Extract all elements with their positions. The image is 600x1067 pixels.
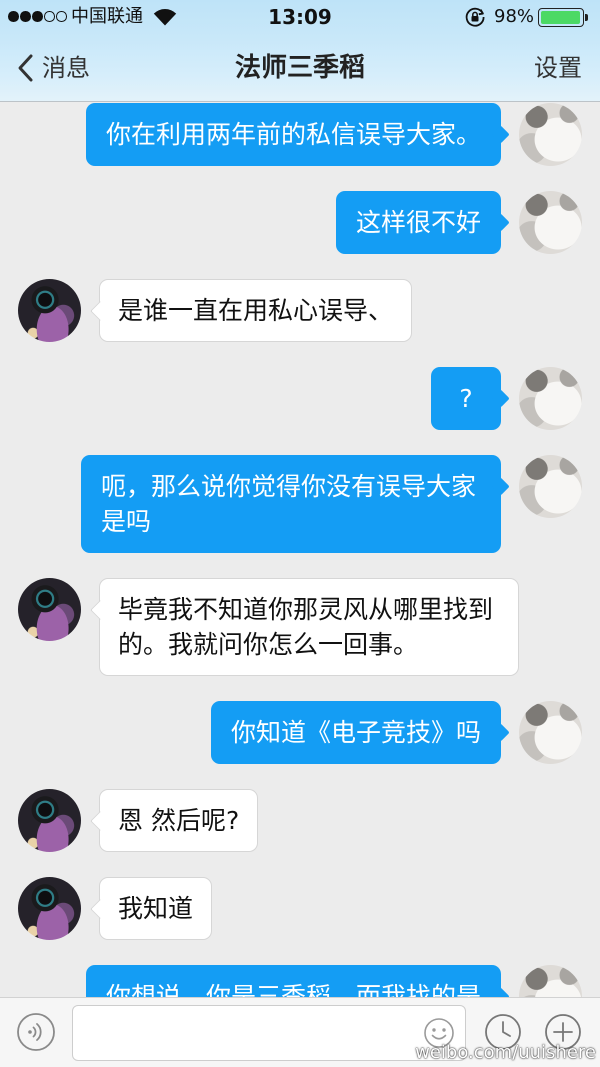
outgoing-message-bubble[interactable]: ?: [431, 367, 501, 430]
contact-avatar[interactable]: [18, 877, 81, 940]
message-row-outgoing: 你想说，你是三季稻，而我找的是: [0, 965, 600, 997]
settings-button[interactable]: 设置: [534, 50, 582, 86]
my-avatar[interactable]: [519, 455, 582, 518]
rotation-lock-icon: [464, 6, 486, 28]
incoming-message-bubble[interactable]: 我知道: [99, 877, 213, 940]
outgoing-message-bubble[interactable]: 你知道《电子竞技》吗: [210, 701, 501, 764]
signal-dot: [44, 11, 55, 22]
my-avatar[interactable]: [519, 103, 582, 166]
battery-icon: [538, 8, 588, 27]
top-bar: 中国联通 13:09 98% 消息 法师三季稻 设置: [0, 0, 600, 102]
outgoing-message-bubble[interactable]: 你在利用两年前的私信误导大家。: [85, 103, 501, 166]
message-list[interactable]: 你在利用两年前的私信误导大家。 这样很不好 是谁一直在用私心误导、 ? 呃，那么…: [0, 102, 600, 997]
contact-avatar[interactable]: [18, 578, 81, 641]
my-avatar[interactable]: [519, 367, 582, 430]
battery-fill: [541, 11, 581, 24]
signal-dot: [56, 11, 67, 22]
outgoing-message-bubble[interactable]: 呃，那么说你觉得你没有误导大家是吗: [81, 455, 501, 553]
message-input-field[interactable]: [72, 1005, 466, 1061]
outgoing-message-bubble[interactable]: 这样很不好: [335, 191, 501, 254]
message-input[interactable]: [73, 1006, 423, 1060]
signal-dot: [32, 11, 43, 22]
message-row-incoming: 是谁一直在用私心误导、: [0, 279, 600, 342]
navigation-bar: 消息 法师三季稻 设置: [0, 34, 600, 102]
voice-icon[interactable]: [16, 1012, 56, 1052]
back-button[interactable]: 消息: [16, 50, 90, 86]
watermark: weibo.com/uuishere: [415, 1042, 596, 1063]
battery-body: [538, 8, 584, 27]
message-row-incoming: 毕竟我不知道你那灵风从哪里找到的。我就问你怎么一回事。: [0, 578, 600, 676]
message-row-outgoing: 你在利用两年前的私信误导大家。: [0, 103, 600, 166]
message-row-outgoing: 呃，那么说你觉得你没有误导大家是吗: [0, 455, 600, 553]
message-row-incoming: 我知道: [0, 877, 600, 940]
conversation-title: 法师三季稻: [234, 53, 365, 83]
signal-strength-indicator: [8, 11, 67, 22]
my-avatar[interactable]: [519, 701, 582, 764]
battery-percent: 98%: [494, 6, 535, 27]
incoming-message-bubble[interactable]: 毕竟我不知道你那灵风从哪里找到的。我就问你怎么一回事。: [99, 578, 519, 676]
incoming-message-bubble[interactable]: 恩 然后呢?: [99, 789, 259, 852]
carrier-name: 中国联通: [71, 6, 143, 27]
battery-tip: [585, 14, 588, 21]
outgoing-message-bubble[interactable]: 你想说，你是三季稻，而我找的是: [85, 965, 501, 997]
incoming-message-bubble[interactable]: 是谁一直在用私心误导、: [99, 279, 413, 342]
status-time: 13:09: [268, 5, 332, 29]
signal-dot: [20, 11, 31, 22]
signal-dot: [8, 11, 19, 22]
message-row-outgoing: ?: [0, 367, 600, 430]
my-avatar[interactable]: [519, 191, 582, 254]
message-row-outgoing: 你知道《电子竞技》吗: [0, 701, 600, 764]
status-bar: 中国联通 13:09 98%: [0, 0, 600, 34]
chevron-left-icon: [16, 53, 36, 83]
contact-avatar[interactable]: [18, 279, 81, 342]
my-avatar[interactable]: [519, 965, 582, 997]
back-label: 消息: [42, 54, 90, 82]
wifi-icon: [153, 8, 177, 26]
message-row-outgoing: 这样很不好: [0, 191, 600, 254]
message-row-incoming: 恩 然后呢?: [0, 789, 600, 852]
contact-avatar[interactable]: [18, 789, 81, 852]
